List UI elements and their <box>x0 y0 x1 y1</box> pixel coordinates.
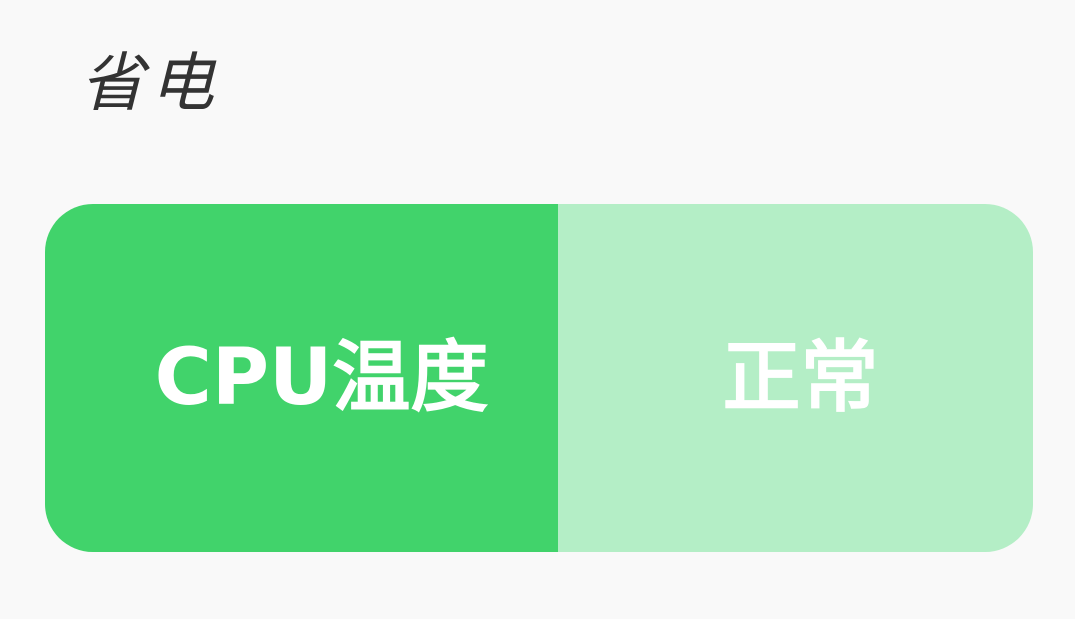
cpu-temperature-card: CPU温度 正常 <box>45 204 1033 552</box>
page-title: 省电 <box>80 47 220 121</box>
power-saving-screen: 省电 CPU温度 正常 <box>0 0 1075 619</box>
cpu-temperature-label-panel: CPU温度 <box>45 204 558 552</box>
cpu-temperature-label: CPU温度 <box>154 333 489 423</box>
cpu-temperature-status: 正常 <box>722 333 879 423</box>
cpu-temperature-value-panel: 正常 <box>558 204 1033 552</box>
